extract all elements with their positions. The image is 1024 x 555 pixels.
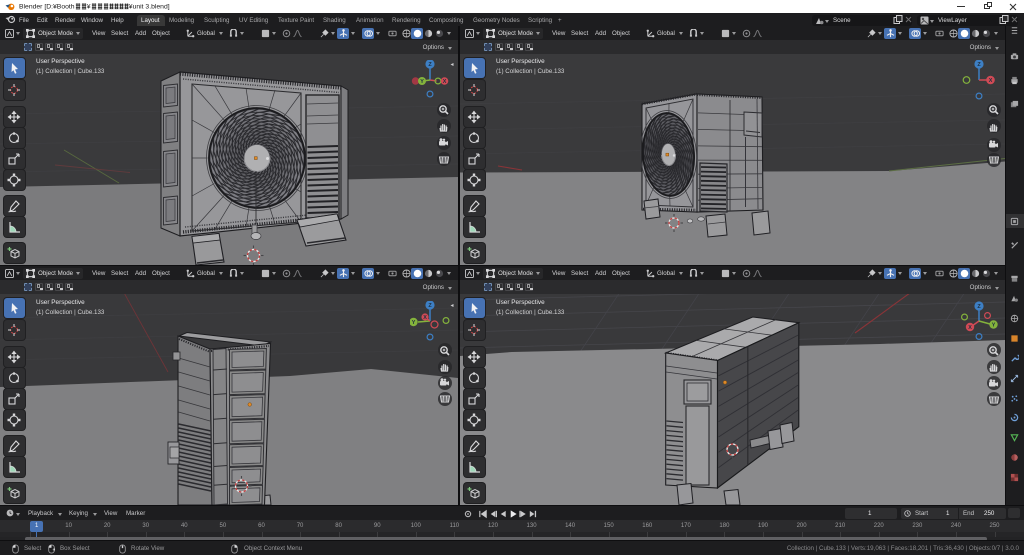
svg-text:Y: Y <box>992 322 996 328</box>
svg-text:Y: Y <box>420 79 424 85</box>
svg-text:X: X <box>423 315 427 321</box>
svg-text:X: X <box>989 78 993 84</box>
svg-text:Y: Y <box>412 320 416 326</box>
svg-text:X: X <box>443 79 447 85</box>
svg-text:X: X <box>968 325 972 331</box>
